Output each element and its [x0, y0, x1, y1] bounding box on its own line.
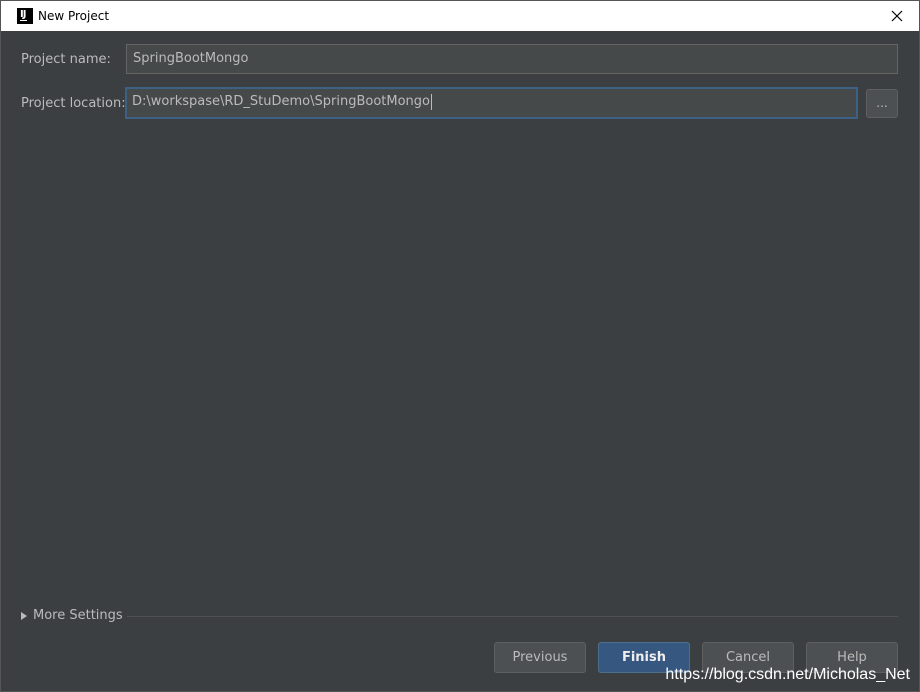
new-project-dialog: IJ New Project Project name: SpringBootM…	[0, 0, 920, 692]
intellij-icon: IJ	[17, 8, 33, 24]
project-location-value: D:\workspase\RD_StuDemo\SpringBootMongo	[132, 94, 430, 109]
project-location-label: Project location:	[21, 96, 126, 111]
close-icon	[891, 10, 903, 22]
text-caret	[431, 93, 432, 110]
close-button[interactable]	[875, 1, 919, 31]
watermark-text: https://blog.csdn.net/Micholas_Net	[665, 666, 910, 683]
title-bar: IJ New Project	[1, 1, 919, 31]
project-location-field[interactable]: D:\workspase\RD_StuDemo\SpringBootMongo	[125, 87, 858, 119]
expand-arrow-icon	[21, 611, 27, 620]
more-settings-label: More Settings	[33, 608, 123, 623]
project-name-value: SpringBootMongo	[133, 51, 249, 66]
more-settings-toggle[interactable]: More Settings	[21, 608, 123, 623]
project-name-label: Project name:	[21, 52, 111, 67]
browse-button[interactable]: ...	[866, 89, 898, 118]
project-name-field[interactable]: SpringBootMongo	[126, 44, 898, 74]
settings-divider	[127, 616, 898, 617]
previous-button[interactable]: Previous	[494, 642, 586, 673]
window-title: New Project	[38, 9, 110, 23]
dialog-content: Project name: SpringBootMongo Project lo…	[9, 32, 911, 683]
